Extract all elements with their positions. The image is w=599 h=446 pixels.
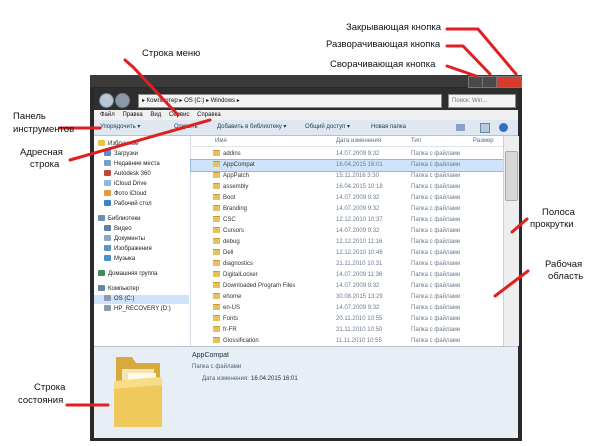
label-minimize-button: Сворачивающая кнопка <box>330 59 436 70</box>
label-toolbar-line2: инструментов <box>13 124 75 135</box>
label-work-area-line2: область <box>548 271 584 282</box>
label-toolbar-line1: Панель <box>13 111 46 122</box>
label-address-bar-line2: строка <box>30 159 60 170</box>
annotation-arrows <box>58 27 530 407</box>
label-menu-bar: Строка меню <box>142 48 201 59</box>
label-address-bar-line1: Адресная <box>20 147 63 158</box>
label-close-button: Закрывающая кнопка <box>346 22 441 33</box>
label-scrollbar-line1: Полоса <box>542 207 575 218</box>
label-status-bar-line2: состояния <box>18 395 64 406</box>
label-scrollbar-line2: прокрутки <box>530 219 574 230</box>
label-status-bar-line1: Строка <box>34 382 66 393</box>
label-maximize-button: Разворачивающая кнопка <box>326 39 441 50</box>
label-work-area-line1: Рабочая <box>545 259 583 270</box>
